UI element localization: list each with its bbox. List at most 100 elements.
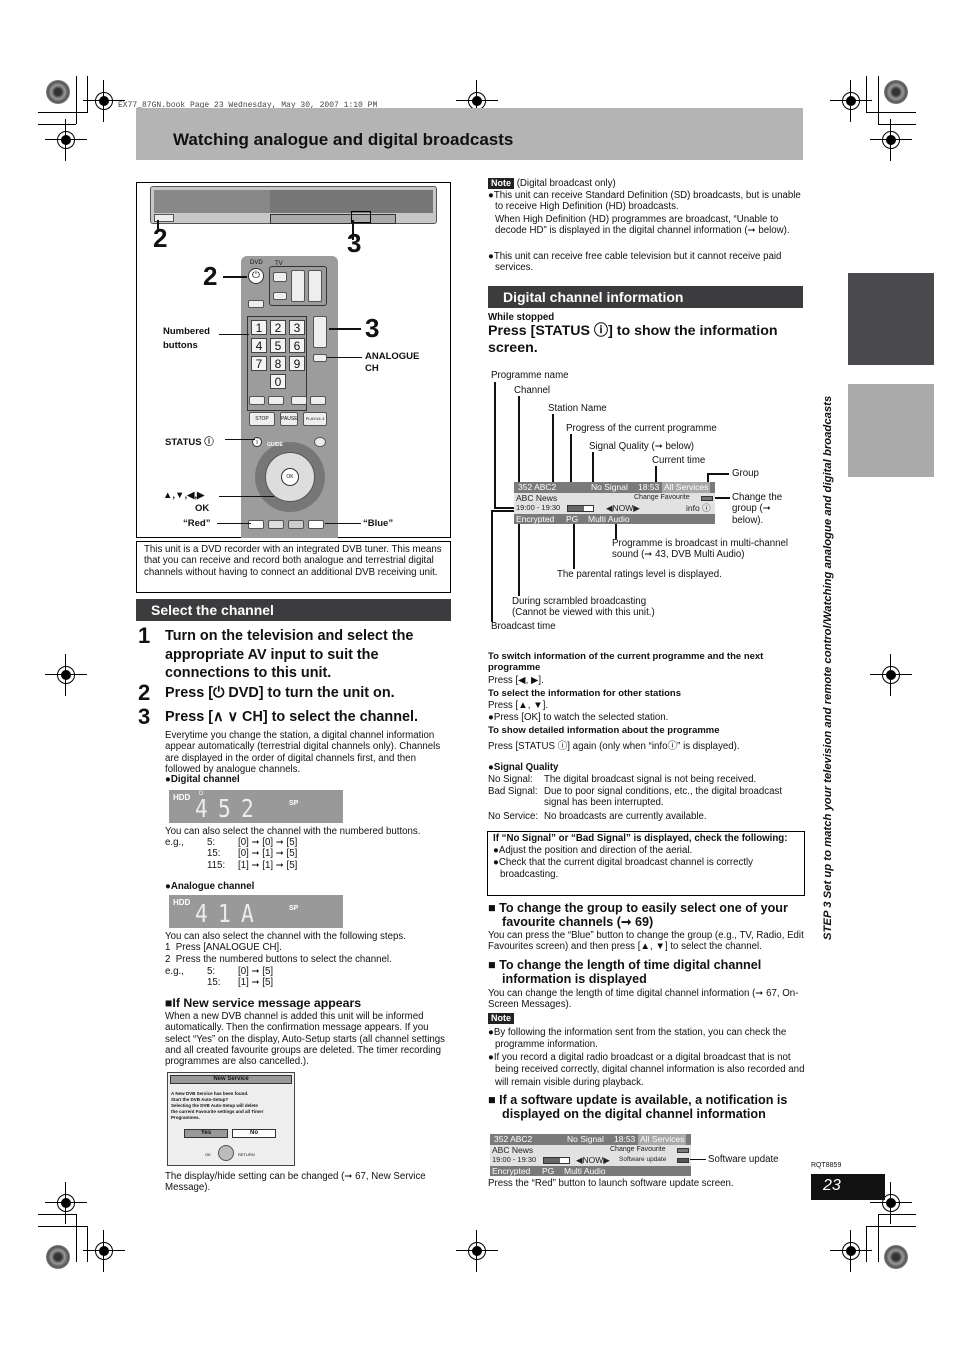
osd-now: ◀NOW▶ bbox=[606, 503, 640, 513]
dvd-power-button: ⏻ bbox=[248, 268, 264, 284]
analogue-ch-button bbox=[313, 354, 327, 362]
ch-buttons-highlight bbox=[351, 211, 371, 223]
instruction-heading: To select the information for other stat… bbox=[488, 688, 682, 699]
registration-star-mark bbox=[884, 80, 908, 104]
osd-audio: Multi Audio bbox=[564, 1165, 606, 1176]
channel-digits: 452 bbox=[195, 794, 264, 823]
registration-star-mark bbox=[46, 80, 70, 104]
new-service-dialog: New Service A New DVB Service has been f… bbox=[167, 1072, 295, 1166]
callout-multi-channel: Programme is broadcast in multi-channel … bbox=[612, 538, 789, 561]
analogue-step-2: 2 Press the numbered buttons to select t… bbox=[165, 954, 392, 965]
callout-programme-name: Programme name bbox=[491, 370, 569, 381]
red-button-swatch bbox=[677, 1158, 689, 1163]
example-keys: [0] ➞ [5] bbox=[238, 966, 274, 977]
software-heading: ■ If a software update is available, a n… bbox=[488, 1093, 788, 1121]
exit-button bbox=[314, 437, 326, 447]
crop-line bbox=[878, 76, 879, 124]
warning-bullet: ●Adjust the position and direction of th… bbox=[493, 845, 693, 856]
digital-info-osd: 352 ABC2 No Signal 18:53 All Services AB… bbox=[514, 482, 715, 524]
osd-rating: PG bbox=[566, 513, 579, 524]
callout-remote-3: 3 bbox=[365, 313, 380, 343]
ok-label: OK bbox=[195, 503, 210, 514]
length-heading: ■ To change the length of time digital c… bbox=[488, 958, 762, 986]
osd-group: All Services bbox=[662, 482, 711, 493]
signal-quality-term: Bad Signal: bbox=[488, 786, 538, 797]
crop-line bbox=[38, 112, 88, 113]
dialog-title: New Service bbox=[170, 1075, 292, 1084]
recording-mode: SP bbox=[289, 905, 299, 912]
tv-ch-button bbox=[291, 270, 305, 302]
callout-scrambled: During scrambled broadcasting (Cannot be… bbox=[512, 596, 655, 619]
signal-quality-desc: The digital broadcast signal is not bein… bbox=[544, 774, 757, 785]
tv-av-button bbox=[273, 292, 287, 300]
fast-forward-button bbox=[310, 396, 326, 405]
osd-rating: PG bbox=[542, 1165, 555, 1176]
osd-encrypted: Encrypted bbox=[492, 1165, 531, 1176]
page-title: Watching analogue and digital broadcasts bbox=[173, 130, 514, 149]
callout-front-3: 3 bbox=[347, 228, 362, 258]
skip-forward-button bbox=[268, 396, 284, 405]
callout-signal-quality: Signal Quality (➞ below) bbox=[589, 441, 695, 452]
osd-now: ◀NOW▶ bbox=[576, 1155, 610, 1165]
dialog-nav-icon bbox=[218, 1145, 234, 1161]
signal-quality-desc: No broadcasts are currently available. bbox=[544, 811, 707, 822]
intro-box: This unit is a DVD recorder with an inte… bbox=[136, 541, 451, 593]
hdd-indicator: HDD bbox=[173, 898, 191, 907]
dialog-yes-button[interactable]: Yes bbox=[184, 1129, 228, 1138]
note2-bullet-2: ●If you record a digital radio broadcast… bbox=[488, 1052, 805, 1088]
tv-vol-button bbox=[308, 270, 322, 302]
dialog-no-button[interactable]: No bbox=[232, 1129, 276, 1138]
osd-signal: No Signal bbox=[567, 1134, 604, 1144]
document-id: RQT8859 bbox=[811, 1162, 842, 1169]
yellow-button bbox=[288, 520, 304, 529]
osd-bottom-row: Encrypted PG Multi Audio bbox=[514, 513, 715, 524]
instruction-text: Press [◀, ▶]. bbox=[488, 675, 544, 686]
length-text: You can change the length of time digita… bbox=[488, 988, 799, 1011]
num-key-9: 9 bbox=[289, 356, 305, 371]
osd-channel: 352 ABC2 bbox=[494, 1134, 533, 1144]
osd-time: 18:53 bbox=[614, 1134, 636, 1144]
crop-line bbox=[866, 1226, 916, 1227]
osd-top-row: 352 ABC2 No Signal 18:53 All Services bbox=[490, 1134, 691, 1145]
num-key-6: 6 bbox=[289, 338, 305, 353]
registration-star-mark bbox=[884, 1245, 908, 1269]
step-3-description: Everytime you change the station, a digi… bbox=[165, 730, 441, 775]
blue-button-swatch bbox=[677, 1147, 689, 1153]
section-digital-info: Digital channel information bbox=[488, 286, 803, 308]
crop-line bbox=[38, 1214, 76, 1215]
programme-progress-bar bbox=[543, 1157, 570, 1164]
warning-heading: If “No Signal” or “Bad Signal” is displa… bbox=[493, 833, 788, 844]
ok-button: OK bbox=[281, 468, 299, 486]
group-text: You can press the “Blue” button to chang… bbox=[488, 930, 804, 953]
crop-line bbox=[866, 76, 867, 112]
osd-group: All Services bbox=[638, 1134, 687, 1145]
num-key-8: 8 bbox=[270, 356, 286, 371]
analogue-steps-intro: You can also select the channel with the… bbox=[165, 931, 406, 942]
press-status-instruction: Press [STATUS ⓘ] to show the information… bbox=[488, 323, 778, 356]
programme-progress-bar bbox=[567, 505, 594, 512]
green-button bbox=[268, 520, 284, 529]
num-key-5: 5 bbox=[270, 338, 286, 353]
example-channel: 5: bbox=[207, 837, 216, 848]
registration-crosshair bbox=[456, 1230, 498, 1272]
dialog-line: the current Favourite settings and all T… bbox=[171, 1109, 264, 1120]
dialog-message: A New DVB Service has been found. Start … bbox=[168, 1086, 294, 1121]
play-button: PLAY/x1.3 bbox=[303, 412, 327, 426]
tv-power-button bbox=[273, 272, 287, 282]
example-prefix: e.g., bbox=[165, 837, 184, 848]
num-key-3: 3 bbox=[289, 320, 305, 335]
osd-broadcast-time: 19:00 - 19:30 bbox=[516, 503, 561, 512]
crop-line bbox=[76, 76, 77, 124]
callout-remote-2: 2 bbox=[203, 261, 218, 291]
osd-top-row: 352 ABC2 No Signal 18:53 All Services bbox=[514, 482, 715, 493]
guide-label: GUIDE bbox=[267, 442, 283, 448]
hdd-indicator: HDD bbox=[173, 793, 191, 802]
osd-channel: 352 ABC2 bbox=[518, 482, 557, 492]
display-hide-text: The display/hide setting can be changed … bbox=[165, 1171, 426, 1194]
status-label: STATUS ⓘ bbox=[165, 437, 214, 448]
instruction-text: Press [▲, ▼]. bbox=[488, 700, 549, 711]
osd-programme-row: ABC News Change Favourite bbox=[490, 1144, 691, 1155]
pause-button: PAUSE bbox=[280, 412, 298, 426]
crop-line bbox=[878, 1214, 879, 1262]
signal-quality-term: No Service: bbox=[488, 811, 539, 822]
